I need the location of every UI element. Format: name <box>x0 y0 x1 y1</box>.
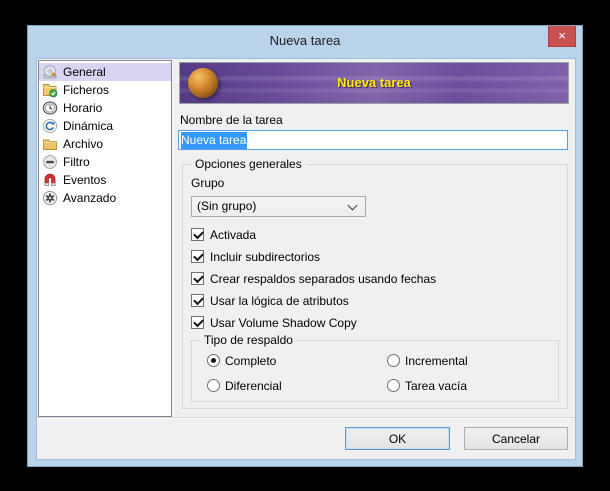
group-select[interactable]: (Sin grupo) <box>191 196 366 217</box>
cancel-button[interactable]: Cancelar <box>464 427 568 450</box>
group-select-value: (Sin grupo) <box>197 199 257 213</box>
radio-unselected-icon[interactable] <box>207 379 220 392</box>
clock-icon <box>42 100 58 116</box>
sidebar-item-label: General <box>63 65 106 79</box>
sidebar-item-archivo[interactable]: Archivo <box>39 135 171 153</box>
sidebar-item-dinamica[interactable]: Dinámica <box>39 117 171 135</box>
checkbox-label: Incluir subdirectorios <box>210 249 321 264</box>
close-icon: × <box>558 28 566 43</box>
task-name-input[interactable]: Nueva tarea <box>178 130 568 150</box>
checkbox-activada[interactable]: Activada <box>191 227 256 242</box>
disc-burner-icon <box>42 64 58 80</box>
checkbox-checked-icon[interactable] <box>191 316 204 329</box>
refresh-icon <box>42 118 58 134</box>
group-title: Tipo de respaldo <box>200 333 297 348</box>
task-name-label: Nombre de la tarea <box>180 113 283 127</box>
radio-label: Incremental <box>405 353 468 368</box>
backup-type-group: Tipo de respaldo Completo Incremental Di… <box>191 333 559 402</box>
task-name-value: Nueva tarea <box>181 132 248 149</box>
sidebar-item-label: Ficheros <box>63 83 110 97</box>
sidebar-item-ficheros[interactable]: Ficheros <box>39 81 171 99</box>
checkbox-respaldos-fechas[interactable]: Crear respaldos separados usando fechas <box>191 271 436 286</box>
checkbox-checked-icon[interactable] <box>191 250 204 263</box>
sidebar-item-filtro[interactable]: Filtro <box>39 153 171 171</box>
folder-icon <box>42 136 58 152</box>
sidebar: General Ficheros Horario Dinámica Archiv… <box>38 60 172 417</box>
sidebar-item-label: Avanzado <box>63 191 117 205</box>
radio-tarea-vacia[interactable]: Tarea vacía <box>387 378 467 393</box>
radio-label: Diferencial <box>225 378 282 393</box>
sidebar-item-general[interactable]: General <box>39 63 171 81</box>
radio-unselected-icon[interactable] <box>387 379 400 392</box>
sidebar-item-label: Dinámica <box>63 119 114 133</box>
sidebar-item-label: Archivo <box>63 137 104 151</box>
radio-incremental[interactable]: Incremental <box>387 353 468 368</box>
window-title: Nueva tarea <box>269 33 341 48</box>
checkbox-checked-icon[interactable] <box>191 272 204 285</box>
dialog-footer: OK Cancelar <box>37 417 575 459</box>
sidebar-item-label: Filtro <box>63 155 90 169</box>
magnet-icon <box>42 172 58 188</box>
checkbox-logica-atributos[interactable]: Usar la lógica de atributos <box>191 293 349 308</box>
group-title: Opciones generales <box>191 157 306 172</box>
sidebar-item-avanzado[interactable]: Avanzado <box>39 189 171 207</box>
banner-title: Nueva tarea <box>337 75 411 90</box>
grupo-label: Grupo <box>191 176 225 190</box>
minus-circle-icon <box>42 154 58 170</box>
titlebar[interactable]: Nueva tarea <box>28 26 582 58</box>
radio-diferencial[interactable]: Diferencial <box>207 378 282 393</box>
sidebar-item-label: Horario <box>63 101 103 115</box>
checkbox-incluir-subdirectorios[interactable]: Incluir subdirectorios <box>191 249 320 264</box>
sidebar-item-eventos[interactable]: Eventos <box>39 171 171 189</box>
chevron-down-icon <box>347 200 358 211</box>
dialog-content: General Ficheros Horario Dinámica Archiv… <box>36 58 576 460</box>
checkbox-volume-shadow-copy[interactable]: Usar Volume Shadow Copy <box>191 315 357 330</box>
sidebar-item-horario[interactable]: Horario <box>39 99 171 117</box>
checkbox-label: Usar la lógica de atributos <box>210 293 349 308</box>
radio-label: Tarea vacía <box>405 378 468 393</box>
checkbox-checked-icon[interactable] <box>191 294 204 307</box>
checkbox-label: Usar Volume Shadow Copy <box>210 315 357 330</box>
ok-button[interactable]: OK <box>345 427 450 450</box>
general-options-group: Opciones generales Grupo (Sin grupo) Act… <box>182 157 568 409</box>
radio-selected-icon[interactable] <box>207 354 220 367</box>
sidebar-item-label: Eventos <box>63 173 107 187</box>
radio-completo[interactable]: Completo <box>207 353 276 368</box>
folder-check-icon <box>42 82 58 98</box>
new-task-dialog: Nueva tarea × General Ficheros Horario D… <box>27 25 583 467</box>
gear-circle-icon <box>42 190 58 206</box>
radio-unselected-icon[interactable] <box>387 354 400 367</box>
checkbox-checked-icon[interactable] <box>191 228 204 241</box>
page-banner: Nueva tarea <box>179 62 569 104</box>
checkbox-label: Crear respaldos separados usando fechas <box>210 271 437 286</box>
checkbox-label: Activada <box>210 227 257 242</box>
close-button[interactable]: × <box>548 26 576 47</box>
radio-label: Completo <box>225 353 277 368</box>
